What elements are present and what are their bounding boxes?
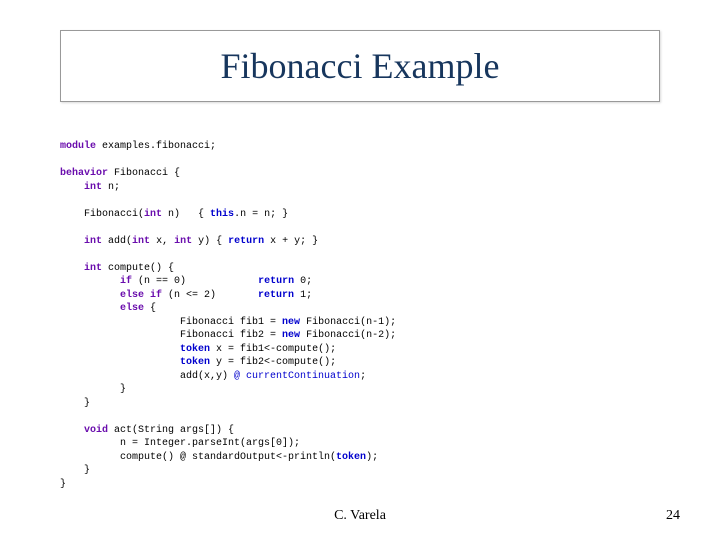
code-text: x + y; }: [264, 236, 318, 247]
code-text: (n <= 2): [162, 290, 258, 301]
code-text: Fibonacci fib1 =: [60, 317, 282, 328]
slide-title: Fibonacci Example: [69, 45, 651, 87]
kw-token: token: [336, 452, 366, 463]
kw-token: token: [180, 344, 210, 355]
footer-author: C. Varela: [0, 508, 720, 524]
code-text: Fibonacci(n-1);: [300, 317, 396, 328]
kw-return: return: [228, 236, 264, 247]
code-text: [60, 276, 120, 287]
kw-elseif: else if: [120, 290, 162, 301]
code-text: add(: [102, 236, 132, 247]
kw-else: else: [120, 303, 144, 314]
code-text: 0;: [294, 276, 312, 287]
kw-int: int: [84, 263, 102, 274]
code-text: }: [60, 479, 66, 490]
code-text: y) {: [192, 236, 228, 247]
code-text: [60, 425, 84, 436]
slide-title-box: Fibonacci Example: [60, 30, 660, 102]
code-text: x = fib1<-compute();: [210, 344, 336, 355]
kw-behavior: behavior: [60, 168, 108, 179]
code-text: [60, 357, 180, 368]
kw-int: int: [144, 209, 162, 220]
code-block: module examples.fibonacci; behavior Fibo…: [60, 140, 660, 480]
kw-int: int: [84, 182, 102, 193]
code-text: }: [60, 384, 126, 395]
code-text: y = fib2<-compute();: [210, 357, 336, 368]
kw-int: int: [84, 236, 102, 247]
code-text: ;: [360, 371, 366, 382]
code-text: [60, 263, 84, 274]
code-text: [60, 344, 180, 355]
code-text: n = Integer.parseInt(args[0]);: [60, 438, 300, 449]
page-number: 24: [666, 508, 680, 524]
code-text: compute() @ standardOutput<-println(: [60, 452, 336, 463]
current-continuation: @ currentContinuation: [234, 371, 360, 382]
code-text: [60, 303, 120, 314]
code-text: [60, 182, 84, 193]
code-text: }: [60, 398, 90, 409]
code-text: n;: [102, 182, 120, 193]
kw-int: int: [132, 236, 150, 247]
code-text: compute() {: [102, 263, 174, 274]
code-text: }: [60, 465, 90, 476]
kw-int: int: [174, 236, 192, 247]
kw-if: if: [120, 276, 132, 287]
code-text: [60, 290, 120, 301]
kw-this: this: [210, 209, 234, 220]
kw-return: return: [258, 290, 294, 301]
code-text: Fibonacci(n-2);: [300, 330, 396, 341]
kw-token: token: [180, 357, 210, 368]
code-text: Fibonacci fib2 =: [60, 330, 282, 341]
code-text: (n == 0): [132, 276, 258, 287]
code-text: Fibonacci {: [108, 168, 180, 179]
code-text: .n = n; }: [234, 209, 288, 220]
code-text: add(x,y): [60, 371, 234, 382]
code-text: x,: [150, 236, 174, 247]
code-text: n) {: [162, 209, 210, 220]
code-text: examples.fibonacci;: [96, 141, 216, 152]
kw-void: void: [84, 425, 108, 436]
code-text: act(String args[]) {: [108, 425, 234, 436]
code-text: 1;: [294, 290, 312, 301]
code-text: Fibonacci(: [60, 209, 144, 220]
code-text: );: [366, 452, 378, 463]
kw-return: return: [258, 276, 294, 287]
code-text: [60, 236, 84, 247]
kw-new: new: [282, 317, 300, 328]
kw-module: module: [60, 141, 96, 152]
code-text: {: [144, 303, 156, 314]
kw-new: new: [282, 330, 300, 341]
